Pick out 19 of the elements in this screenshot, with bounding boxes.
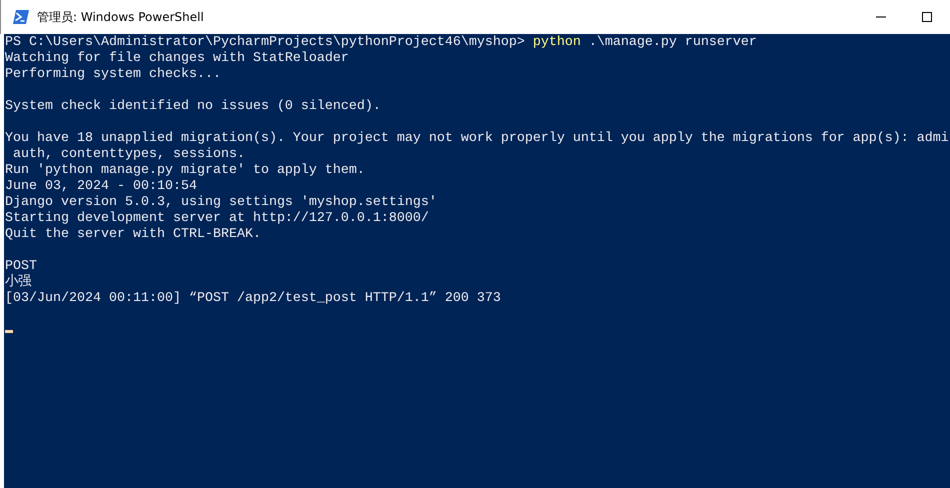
console-line: Starting development server at http://127.0.0.1:8000/ — [5, 211, 430, 227]
console-line: Performing system checks... — [5, 67, 222, 83]
console-line: Run 'python manage.py migrate' to apply them. — [5, 163, 366, 179]
console-line: June 03, 2024 - 00:10:54 — [5, 179, 198, 195]
console-line: You have 18 unapplied migration(s). Your project may not work properly until you apply the migrations for app(s): admi — [5, 131, 950, 147]
console-line: Watching for file changes with StatReloader — [5, 51, 350, 67]
console-line: System check identified no issues (0 silenced). — [5, 99, 382, 115]
console-line: PS C:\Users\Administrator\PycharmProjects\pythonProject46\myshop> python .\manage.py runserver — [5, 35, 758, 51]
console-line: auth, contenttypes, sessions. — [12, 147, 246, 163]
powershell-icon — [13, 10, 29, 24]
console-line: Quit the server with CTRL-BREAK. — [5, 227, 262, 243]
maximize-icon — [922, 12, 932, 22]
console-line: POST — [5, 259, 38, 274]
console-line: [03/Jun/2024 00:11:00] “POST /app2/test_post HTTP/1.1” 200 373 — [5, 291, 502, 307]
console-line: 小强 — [5, 275, 32, 291]
console-line: Django version 5.0.3, using settings 'myshop.settings' — [5, 195, 438, 211]
minimize-icon — [876, 16, 886, 18]
window-title: 管理员: Windows PowerShell — [37, 8, 204, 26]
text-cursor — [5, 330, 13, 333]
